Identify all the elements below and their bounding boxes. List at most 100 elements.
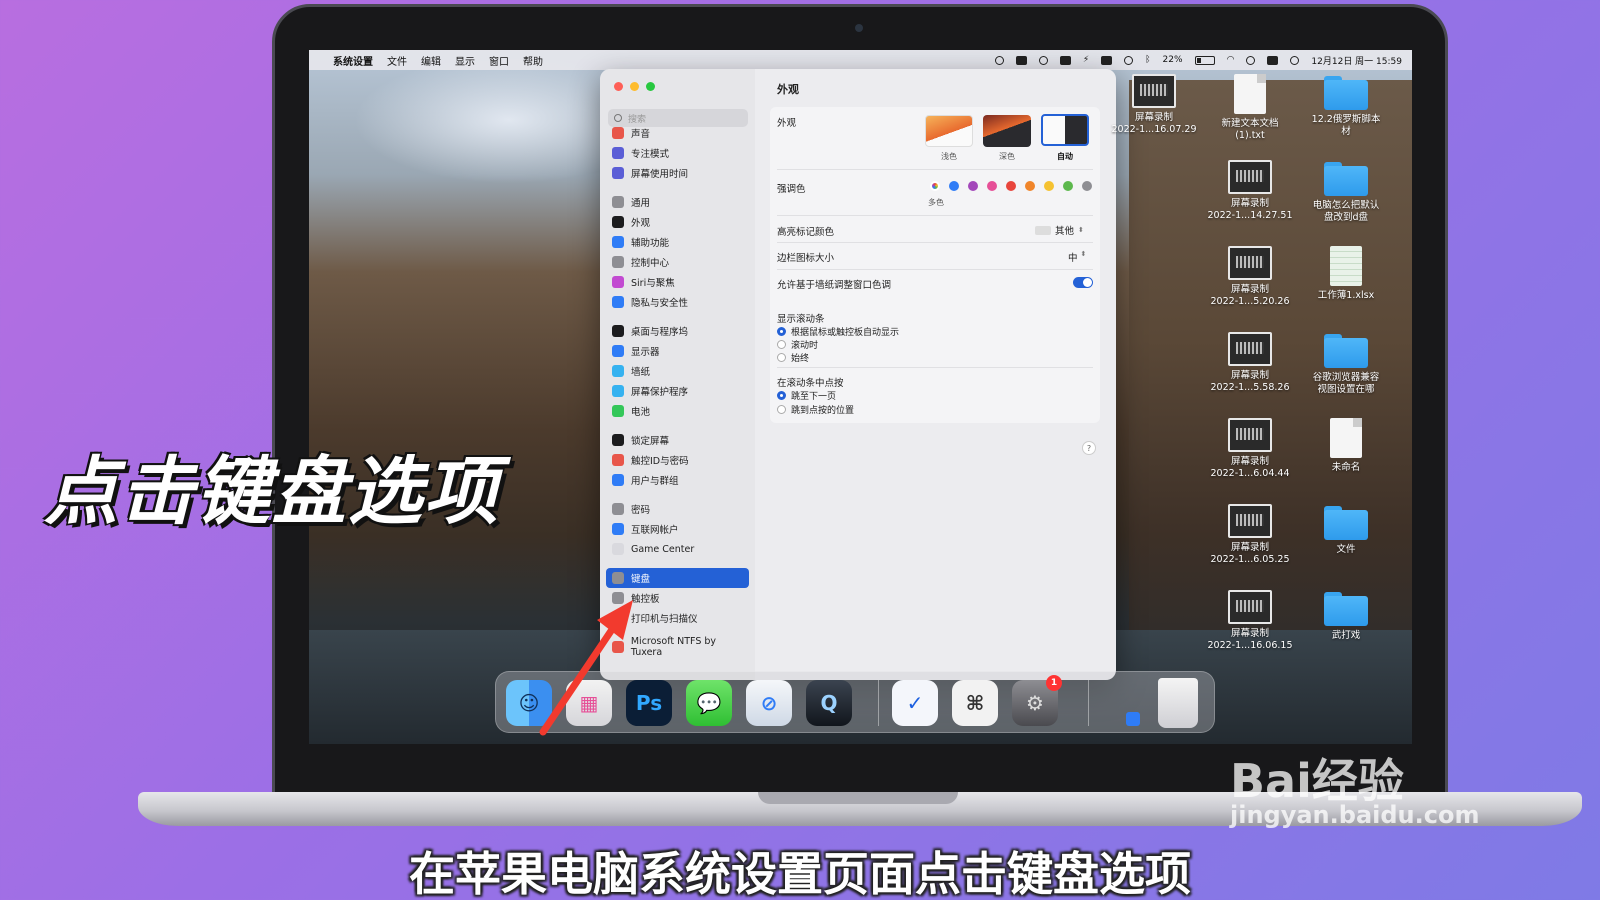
dock-preview-icon[interactable]: ⌘ [952, 680, 998, 726]
sidebar-item[interactable]: 声音 [606, 123, 749, 143]
help-button[interactable]: ? [1082, 441, 1096, 455]
status-app-icon[interactable] [1038, 55, 1048, 65]
sidebar-item[interactable]: 墙纸 [606, 361, 749, 381]
accent-color-swatch[interactable] [987, 181, 997, 191]
zoom-button[interactable] [646, 82, 655, 91]
menu-item[interactable]: 窗口 [489, 53, 509, 68]
status-app-icon[interactable] [1059, 55, 1071, 65]
sidebar-item-icon [612, 345, 624, 357]
dock-quicktime-icon[interactable]: Q [806, 680, 852, 726]
sidebar-item-label: Siri与聚焦 [631, 278, 675, 289]
accent-color-swatch[interactable] [968, 181, 978, 191]
sidebar-item-label: 辅助功能 [631, 238, 670, 249]
sidebar-item[interactable]: 专注模式 [606, 143, 749, 163]
click-jump-radio[interactable]: 跳到点按的位置 [777, 403, 854, 416]
menu-item[interactable]: 编辑 [421, 53, 441, 68]
scrollbar-auto-radio[interactable]: 根据鼠标或触控板自动显示 [777, 325, 899, 338]
sidebar-item-icon [612, 385, 624, 397]
desktop-icon[interactable]: 屏幕录制 2022-1...6.04.44 [1205, 418, 1295, 480]
sidebar-item[interactable]: 触控ID与密码 [606, 450, 749, 470]
sidebar-item[interactable]: 显示器 [606, 341, 749, 361]
click-next-page-radio[interactable]: 跳至下一页 [777, 389, 836, 402]
clock[interactable]: 12月12日 周一 15:59 [1311, 54, 1402, 67]
sidebar-item[interactable]: Game Center [606, 539, 749, 559]
sidebar-item[interactable]: 隐私与安全性 [606, 292, 749, 312]
sidebar-item[interactable]: Siri与聚焦 [606, 272, 749, 292]
control-center-icon[interactable] [1267, 55, 1279, 65]
wallpaper-tint-toggle[interactable] [1073, 277, 1093, 288]
desktop-icon[interactable]: 12.2俄罗斯脚本 材 [1301, 74, 1391, 138]
sidebar-item-icon [612, 256, 624, 268]
desktop-icon[interactable]: 工作薄1.xlsx [1301, 246, 1391, 302]
accent-color-swatch[interactable] [1025, 181, 1035, 191]
highlight-select[interactable]: 其他 ⬍ [1035, 223, 1084, 237]
close-button[interactable] [614, 82, 623, 91]
desktop-icon[interactable]: 未命名 [1301, 418, 1391, 474]
user-icon[interactable] [1124, 55, 1134, 65]
window-controls [614, 82, 655, 91]
sidebar-item[interactable]: 键盘 [606, 568, 749, 588]
status-app-icon[interactable] [1015, 55, 1027, 65]
sidebar-icon-size-select[interactable]: 中 ⬍ [1068, 250, 1086, 264]
accent-color-swatch[interactable] [930, 181, 940, 191]
sidebar-item[interactable]: 屏幕保护程序 [606, 381, 749, 401]
accent-color-swatch[interactable] [1044, 181, 1054, 191]
scrollbar-always-radio[interactable]: 始终 [777, 351, 809, 364]
dock-download-icon[interactable] [1126, 712, 1140, 726]
desktop-icon[interactable]: 屏幕录制 2022-1...6.05.25 [1205, 504, 1295, 566]
input-method-icon[interactable] [1101, 55, 1113, 65]
trash-icon[interactable] [1158, 678, 1198, 728]
desktop-icon[interactable]: 文件 [1301, 504, 1391, 556]
dock-messages-icon[interactable]: 💬 [686, 680, 732, 726]
accent-color-swatch[interactable] [1006, 181, 1016, 191]
appearance-auto-label: 自动 [1057, 152, 1073, 161]
divider [777, 367, 1093, 368]
accent-color-swatch[interactable] [1082, 181, 1092, 191]
minimize-button[interactable] [630, 82, 639, 91]
desktop-icon[interactable]: 屏幕录制 2022-1...14.27.51 [1205, 160, 1295, 222]
desktop-icon[interactable]: 屏幕录制 2022-1...16.06.15 [1205, 590, 1295, 652]
search-icon[interactable] [1246, 55, 1256, 65]
appearance-dark-option[interactable] [983, 115, 1031, 147]
sidebar-item[interactable]: 锁定屏幕 [606, 430, 749, 450]
desktop-icon[interactable]: 屏幕录制 2022-1...16.07.29 [1109, 74, 1199, 136]
appearance-auto-option[interactable] [1041, 114, 1089, 146]
accent-color-swatch[interactable] [1063, 181, 1073, 191]
appearance-light-option[interactable] [925, 115, 973, 147]
desktop-icon[interactable]: 谷歌浏览器兼容 视图设置在哪 [1301, 332, 1391, 396]
video-file-icon [1228, 246, 1272, 280]
desktop-icon[interactable]: 电脑怎么把默认 盘改到d盘 [1301, 160, 1391, 224]
bluetooth-icon[interactable]: ᛒ [1145, 55, 1150, 65]
menu-item[interactable]: 显示 [455, 53, 475, 68]
siri-icon[interactable] [1290, 55, 1300, 65]
menu-status-area: ⚡ ᛒ 22% ◠ 12月12日 周一 15:59 [994, 54, 1412, 67]
sidebar-item[interactable]: 通用 [606, 192, 749, 212]
menu-app-name[interactable]: 系统设置 [333, 53, 373, 68]
bolt-icon[interactable]: ⚡ [1083, 55, 1089, 65]
sidebar-item[interactable]: 桌面与程序坞 [606, 321, 749, 341]
desktop-icon[interactable]: 屏幕录制 2022-1...5.58.26 [1205, 332, 1295, 394]
sidebar-item[interactable]: 屏幕使用时间 [606, 163, 749, 183]
desktop-icon[interactable]: 屏幕录制 2022-1...5.20.26 [1205, 246, 1295, 308]
battery-icon[interactable] [1194, 55, 1215, 65]
sidebar-item[interactable]: 电池 [606, 401, 749, 421]
sidebar-item[interactable]: 互联网帐户 [606, 519, 749, 539]
sidebar-item[interactable]: 外观 [606, 212, 749, 232]
wifi-icon[interactable]: ◠ [1227, 55, 1235, 65]
desktop-icon[interactable]: 新建文本文档 (1).txt [1205, 74, 1295, 142]
sidebar-item[interactable]: 辅助功能 [606, 232, 749, 252]
desktop-icon[interactable]: 武打戏 [1301, 590, 1391, 642]
dock-lark-icon[interactable]: ✓ [892, 680, 938, 726]
menu-item[interactable]: 文件 [387, 53, 407, 68]
sidebar-item-icon [612, 365, 624, 377]
sidebar-item[interactable]: 用户与群组 [606, 470, 749, 490]
record-icon[interactable] [994, 55, 1004, 65]
dock-system-settings-icon[interactable]: ⚙ 1 [1012, 675, 1062, 726]
scrollbar-scrolling-radio[interactable]: 滚动时 [777, 338, 818, 351]
accent-color-swatch[interactable] [949, 181, 959, 191]
dock-safari-icon[interactable]: ⊘ [746, 680, 792, 726]
sidebar-item[interactable]: 密码 [606, 499, 749, 519]
sidebar-item[interactable]: 控制中心 [606, 252, 749, 272]
menu-item[interactable]: 帮助 [523, 53, 543, 68]
notification-badge: 1 [1046, 675, 1062, 691]
